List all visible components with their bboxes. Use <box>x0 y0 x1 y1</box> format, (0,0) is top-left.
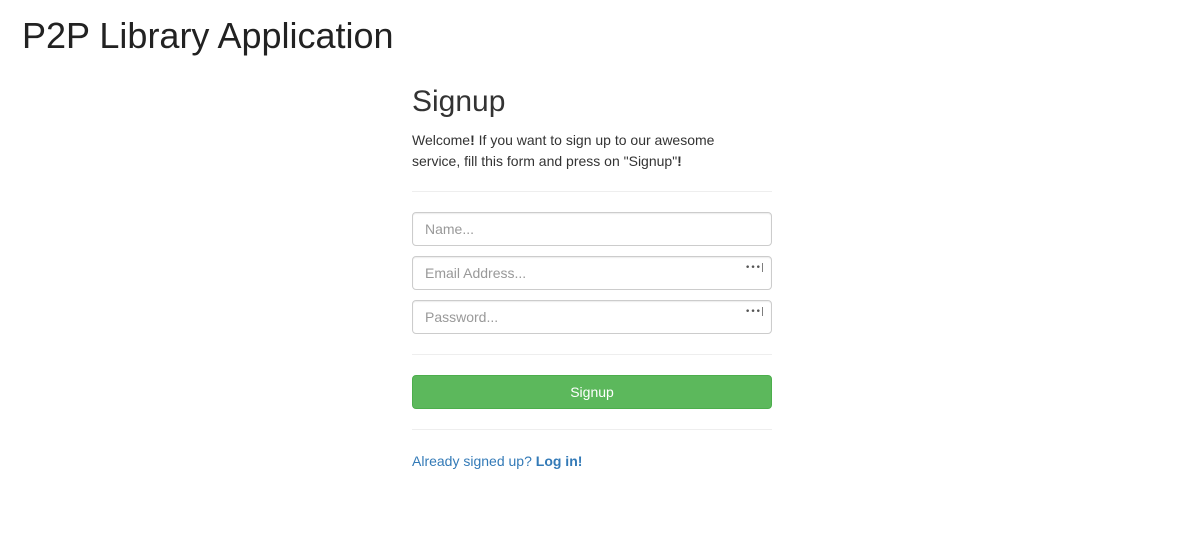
signup-panel: Signup Welcome! If you want to sign up t… <box>412 82 772 471</box>
email-field[interactable]: •••| <box>412 256 772 290</box>
login-prompt: Already signed up? Log in! <box>412 451 772 471</box>
signup-title: Signup <box>412 85 506 118</box>
signup-fields: •••| •••| <box>412 212 772 334</box>
password-manager-key-icon[interactable]: •••| <box>745 307 764 317</box>
password-field[interactable]: •••| <box>412 300 772 334</box>
email-input[interactable] <box>413 257 771 289</box>
login-prompt-text: Already signed up? <box>412 453 532 469</box>
divider <box>412 354 772 355</box>
divider <box>412 429 772 430</box>
intro-welcome: Welcome <box>412 132 471 148</box>
login-link[interactable]: Log in! <box>536 453 583 469</box>
signup-button[interactable]: Signup <box>412 375 772 409</box>
password-manager-key-icon[interactable]: •••| <box>745 263 764 273</box>
intro-exclamation-2: ! <box>677 153 682 169</box>
name-input[interactable] <box>413 213 771 245</box>
name-field[interactable] <box>412 212 772 246</box>
divider <box>412 191 772 192</box>
password-input[interactable] <box>413 301 771 333</box>
app-title: P2P Library Application <box>22 15 394 56</box>
signup-intro: Welcome! If you want to sign up to our a… <box>412 130 742 172</box>
